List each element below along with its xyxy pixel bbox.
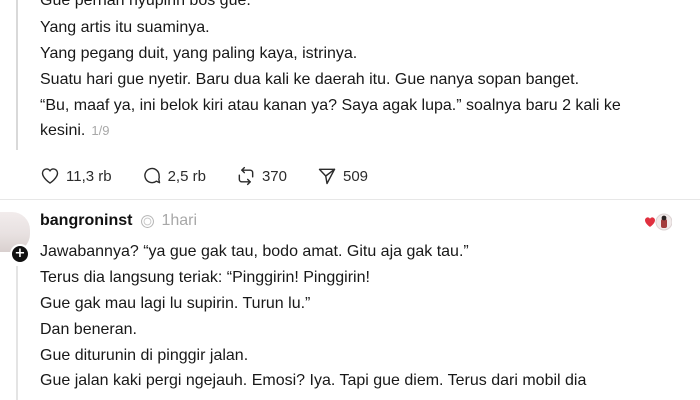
verified-badge-icon [141, 214, 155, 228]
reply-header: bangroninst 1hari [40, 210, 197, 232]
comment-button[interactable]: 2,5 rb [142, 166, 206, 186]
speech-bubble-icon [143, 167, 160, 184]
repost-button[interactable]: 370 [236, 166, 287, 186]
post-action-bar: 11,3 rb 2,5 rb 370 509 [40, 163, 398, 189]
paper-plane-icon [318, 168, 336, 185]
author-reaction-icon [645, 213, 672, 231]
like-count: 11,3 rb [66, 167, 112, 185]
post-line-5: “Bu, maaf ya, ini belok kiri atau kanan … [40, 97, 621, 114]
post-line-2: Yang artis itu suaminya. [40, 19, 210, 36]
heart-icon [41, 168, 59, 184]
repost-arrows-icon [238, 166, 254, 186]
post-line-4: Suatu hari gue nyetir. Baru dua kali ke … [40, 71, 580, 88]
reply-thread-line [16, 266, 18, 400]
post-line-1: Gue pernah nyupirin bos gue. [40, 0, 251, 9]
comment-count: 2,5 rb [167, 167, 206, 185]
post-line-6: kesini. 1/9 [40, 121, 109, 141]
reply-line-4: Dan beneran. [40, 321, 137, 338]
share-button[interactable]: 509 [317, 166, 368, 186]
reply-line-1: Jawabannya? “ya gue gak tau, bodo amat. … [40, 243, 469, 260]
reply-line-6: Gue jalan kaki pergi ngejauh. Emosi? Iya… [40, 372, 587, 389]
post-line-6-text: kesini. [40, 122, 86, 139]
plus-icon[interactable]: + [10, 244, 30, 264]
reply-line-5: Gue diturunin di pinggir jalan. [40, 347, 249, 364]
username[interactable]: bangroninst [40, 212, 132, 230]
page-indicator: 1/9 [91, 123, 110, 138]
repost-count: 370 [261, 167, 287, 185]
like-button[interactable]: 11,3 rb [40, 166, 112, 186]
timestamp: 1hari [161, 212, 198, 229]
reply-line-3: Gue gak mau lagi lu supirin. Turun lu.” [40, 295, 311, 312]
thread-connector-line [16, 0, 18, 150]
share-count: 509 [342, 167, 369, 185]
reply-line-2: Terus dia langsung teriak: “Pinggirin! P… [40, 269, 370, 286]
post-line-3: Yang pegang duit, yang paling kaya, istr… [40, 45, 358, 62]
post-divider [0, 199, 700, 200]
